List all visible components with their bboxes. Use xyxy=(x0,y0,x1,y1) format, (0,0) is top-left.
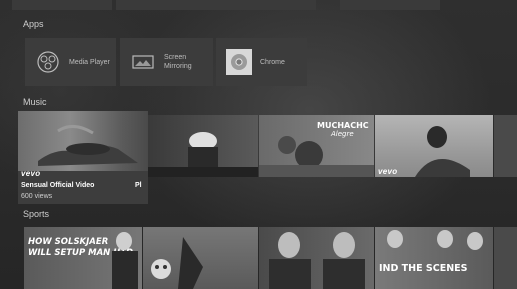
app-label-chrome: Chrome xyxy=(260,58,285,66)
sports-card-3[interactable] xyxy=(259,227,374,289)
sports-card-1[interactable]: HOW SOLSKJAER WILL SETUP MAN UTD xyxy=(24,227,142,289)
previous-row-strip xyxy=(0,0,517,10)
sports-section-title: Sports xyxy=(23,209,50,219)
video-thumbnail xyxy=(269,232,365,289)
video-overlay-script: Alegre xyxy=(331,130,354,138)
music-card-5[interactable] xyxy=(494,115,517,177)
music-card-focused[interactable]: vevo Sensual Official Video 600 views Pl xyxy=(18,111,148,204)
video-views: 600 views xyxy=(21,193,53,200)
app-tile-screen-mirroring[interactable]: Screen Mirroring xyxy=(120,38,213,86)
apps-section-title: Apps xyxy=(23,19,44,29)
music-card-4[interactable]: vevo xyxy=(375,115,493,177)
video-title: Sensual Official Video xyxy=(21,182,95,189)
video-thumbnail xyxy=(18,111,148,171)
video-thumbnail xyxy=(387,230,483,250)
music-card-2[interactable] xyxy=(148,115,258,177)
media-player-icon xyxy=(35,49,61,75)
sports-card-5[interactable] xyxy=(494,227,517,289)
music-card-3[interactable]: MUCHACHC Alegre xyxy=(259,115,374,177)
video-overlay-title: IND THE SCENES xyxy=(379,263,468,274)
video-overlay-title: MUCHACHC xyxy=(317,121,369,130)
video-thumbnail xyxy=(151,237,203,289)
sports-card-2[interactable] xyxy=(143,227,258,289)
chrome-icon xyxy=(226,49,252,75)
music-section-title: Music xyxy=(23,97,47,107)
video-thumbnail xyxy=(112,232,138,289)
vevo-badge: vevo xyxy=(378,167,398,176)
app-label-screen-mirroring: Screen Mirroring xyxy=(164,54,192,70)
app-label-media-player: Media Player xyxy=(69,58,110,66)
next-video-title-fragment: Pl xyxy=(135,182,142,189)
screen-mirroring-icon xyxy=(130,49,156,75)
app-tile-chrome[interactable]: Chrome xyxy=(216,38,307,86)
vevo-badge: vevo xyxy=(21,169,41,178)
sports-card-4[interactable]: IND THE SCENES xyxy=(375,227,493,289)
app-tile-media-player[interactable]: Media Player xyxy=(25,38,116,86)
video-thumbnail xyxy=(148,132,258,177)
